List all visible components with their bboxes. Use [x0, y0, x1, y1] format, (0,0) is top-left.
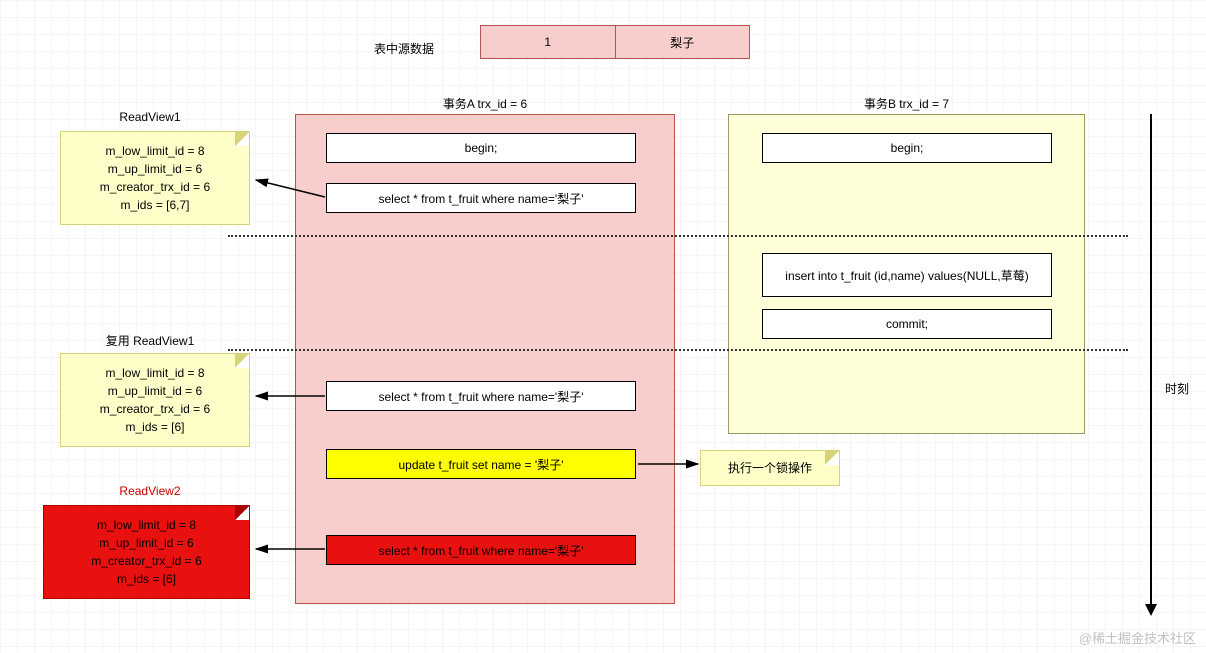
txa-select-3: select * from t_fruit where name='梨子' [326, 535, 636, 565]
readview1-l4: m_ids = [6,7] [73, 196, 237, 214]
readview1b-l2: m_up_limit_id = 6 [73, 382, 237, 400]
readview1-reuse-note: m_low_limit_id = 8 m_up_limit_id = 6 m_c… [60, 353, 250, 447]
time-separator-1 [228, 235, 1128, 237]
readview2-l3: m_creator_trx_id = 6 [56, 552, 237, 570]
readview2-l1: m_low_limit_id = 8 [56, 516, 237, 534]
transaction-b-title: 事务B trx_id = 7 [728, 95, 1085, 112]
transaction-b-box: begin; insert into t_fruit (id,name) val… [728, 114, 1085, 434]
transaction-a-box: begin; select * from t_fruit where name=… [295, 114, 675, 604]
txb-insert: insert into t_fruit (id,name) values(NUL… [762, 253, 1052, 297]
readview1b-l1: m_low_limit_id = 8 [73, 364, 237, 382]
txa-select-2: select * from t_fruit where name='梨子' [326, 381, 636, 411]
readview1-l3: m_creator_trx_id = 6 [73, 178, 237, 196]
readview2-l4: m_ids = [6] [56, 570, 237, 588]
txb-begin: begin; [762, 133, 1052, 163]
txa-update: update t_fruit set name = '梨子' [326, 449, 636, 479]
readview2-l2: m_up_limit_id = 6 [56, 534, 237, 552]
readview1-note: m_low_limit_id = 8 m_up_limit_id = 6 m_c… [60, 131, 250, 225]
timeline-arrow-icon [1150, 114, 1152, 614]
readview2-note: m_low_limit_id = 8 m_up_limit_id = 6 m_c… [43, 505, 250, 599]
txa-select-1: select * from t_fruit where name='梨子' [326, 183, 636, 213]
timeline-label: 时刻 [1165, 380, 1189, 397]
time-separator-2 [228, 349, 1128, 351]
readview1b-l4: m_ids = [6] [73, 418, 237, 436]
readview2-title: ReadView2 [50, 484, 250, 498]
transaction-a-title: 事务A trx_id = 6 [295, 95, 675, 112]
readview1-reuse-title: 复用 ReadView1 [50, 332, 250, 349]
source-col-name: 梨子 [616, 26, 750, 58]
lock-operation-note: 执行一个锁操作 [700, 450, 840, 486]
source-data-label: 表中源数据 [374, 40, 434, 57]
readview1-l2: m_up_limit_id = 6 [73, 160, 237, 178]
readview1-l1: m_low_limit_id = 8 [73, 142, 237, 160]
readview1b-l3: m_creator_trx_id = 6 [73, 400, 237, 418]
txb-commit: commit; [762, 309, 1052, 339]
watermark: @稀土掘金技术社区 [1079, 628, 1196, 647]
readview1-title: ReadView1 [50, 110, 250, 124]
txa-begin: begin; [326, 133, 636, 163]
source-col-id: 1 [481, 26, 616, 58]
source-data-table: 1 梨子 [480, 25, 750, 59]
